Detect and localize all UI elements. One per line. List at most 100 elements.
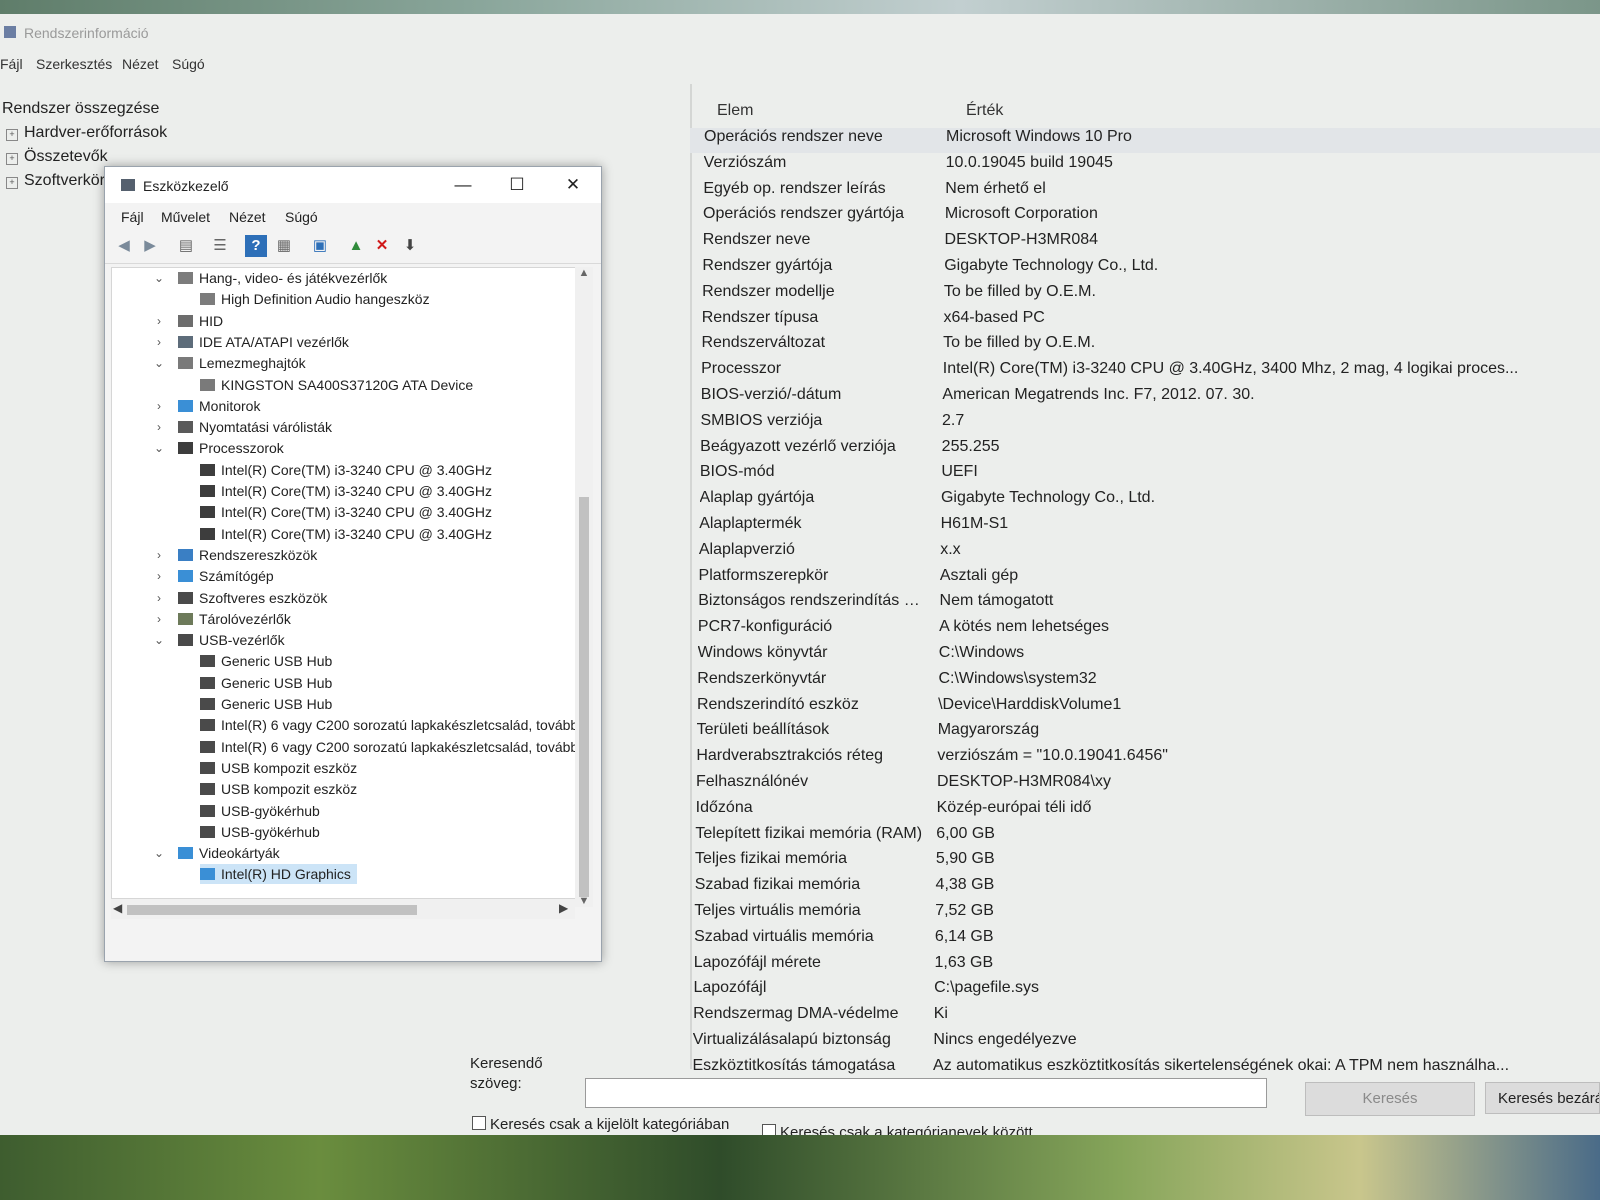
checkbox-selected-category[interactable]: Keresés csak a kijelölt kategóriában (472, 1116, 729, 1133)
table-row[interactable]: Szabad virtuális memória 6,14 GB (690, 928, 1600, 953)
chevron-right-icon[interactable]: › (152, 566, 166, 586)
table-row[interactable]: Alaplaptermék H61M-S1 (690, 515, 1600, 540)
device-category[interactable]: ⌄ Videokártyák (154, 843, 280, 863)
device-item[interactable]: KINGSTON SA400S37120G ATA Device (200, 375, 473, 395)
expand-icon[interactable]: + (6, 153, 18, 165)
table-row[interactable]: Platformszerepkör Asztali gép (690, 567, 1600, 592)
update-driver-icon[interactable]: ▲ (345, 235, 367, 257)
horizontal-scrollbar[interactable]: ◀ ▶ (111, 899, 575, 919)
table-row[interactable]: Rendszermag DMA-védelme Ki (690, 1005, 1600, 1030)
table-row[interactable]: Felhasználónév DESKTOP-H3MR084\xy (690, 773, 1600, 798)
chevron-right-icon[interactable]: › (152, 417, 166, 437)
table-row[interactable]: Windows könyvtár C:\Windows (690, 644, 1600, 669)
table-row[interactable]: Verziószám 10.0.19045 build 19045 (690, 154, 1600, 179)
device-item[interactable]: Intel(R) Core(TM) i3-3240 CPU @ 3.40GHz (200, 524, 492, 544)
scroll-down-icon[interactable]: ▼ (575, 895, 593, 907)
chevron-right-icon[interactable]: › (152, 545, 166, 565)
expand-icon[interactable]: + (6, 129, 18, 141)
table-row[interactable]: Processzor Intel(R) Core(TM) i3-3240 CPU … (690, 360, 1600, 385)
table-row[interactable]: Telepített fizikai memória (RAM) 6,00 GB (690, 825, 1600, 850)
table-row[interactable]: Rendszer típusa x64-based PC (690, 309, 1600, 334)
chevron-right-icon[interactable]: › (152, 332, 166, 352)
properties-icon[interactable]: ▤ (175, 235, 197, 257)
device-category[interactable]: ⌄ Processzorok (154, 438, 284, 458)
table-row[interactable]: Rendszerindító eszköz \Device\HarddiskVol… (690, 696, 1600, 721)
close-search-button[interactable]: Keresés bezárása (1485, 1082, 1600, 1114)
tree-item-components[interactable]: + Összetevők (0, 148, 108, 166)
tree-item-hardware[interactable]: + Hardver-erőforrások (0, 124, 167, 142)
dm-menu-file[interactable]: Fájl (121, 209, 144, 225)
device-category[interactable]: ⌄ Lemezmeghajtók (154, 353, 306, 373)
device-item[interactable]: USB-gyökérhub (200, 801, 320, 821)
table-row[interactable]: Alaplap gyártója Gigabyte Technology Co.,… (690, 489, 1600, 514)
scroll-up-icon[interactable]: ▲ (575, 267, 593, 279)
scroll-left-icon[interactable]: ◀ (113, 901, 122, 915)
search-button[interactable]: Keresés (1305, 1082, 1475, 1116)
device-category[interactable]: › Nyomtatási várólisták (157, 417, 332, 437)
chevron-down-icon[interactable]: ⌄ (152, 353, 166, 373)
scroll-thumb[interactable] (127, 905, 417, 915)
help-icon[interactable]: ? (245, 235, 267, 257)
dm-menu-action[interactable]: Művelet (161, 209, 210, 225)
chevron-right-icon[interactable]: › (152, 609, 166, 629)
table-row[interactable]: Biztonságos rendszerindítás áll... Nem tá… (690, 592, 1600, 617)
device-item[interactable]: Intel(R) Core(TM) i3-3240 CPU @ 3.40GHz (200, 502, 492, 522)
back-arrow-icon[interactable]: ◀ (113, 235, 135, 257)
table-row[interactable]: Operációs rendszer gyártója Microsoft Cor… (690, 205, 1600, 230)
device-category[interactable]: ⌄ Hang-, video- és játékvezérlők (154, 268, 387, 288)
table-row[interactable]: SMBIOS verziója 2.7 (690, 412, 1600, 437)
chevron-right-icon[interactable]: › (152, 396, 166, 416)
device-category[interactable]: › Rendszereszközök (157, 545, 317, 565)
table-row[interactable]: Alaplapverzió x.x (690, 541, 1600, 566)
device-category[interactable]: › Szoftveres eszközök (157, 588, 327, 608)
table-row[interactable]: Egyéb op. rendszer leírás Nem érhető el (690, 180, 1600, 205)
table-row[interactable]: Lapozófájl mérete 1,63 GB (690, 954, 1600, 979)
device-manager-title-bar[interactable]: Eszközkezelő — ☐ ✕ (105, 167, 601, 203)
device-category[interactable]: ⌄ USB-vezérlők (154, 630, 285, 650)
chevron-right-icon[interactable]: › (152, 311, 166, 331)
maximize-button[interactable]: ☐ (497, 171, 537, 199)
scroll-right-icon[interactable]: ▶ (559, 901, 568, 915)
device-item[interactable]: USB-gyökérhub (200, 822, 320, 842)
device-item[interactable]: Intel(R) 6 vagy C200 sorozatú lapkakészl… (200, 715, 582, 735)
table-row[interactable]: Teljes virtuális memória 7,52 GB (690, 902, 1600, 927)
list-icon[interactable]: ☰ (209, 235, 231, 257)
table-row[interactable]: Hardverabsztrakciós réteg verziószám = "1… (690, 747, 1600, 772)
table-row[interactable]: Lapozófájl C:\pagefile.sys (690, 979, 1600, 1004)
vertical-scrollbar[interactable]: ▲ ▼ (575, 267, 593, 907)
table-row[interactable]: Rendszer gyártója Gigabyte Technology Co.… (690, 257, 1600, 282)
view-icon[interactable]: ▦ (273, 235, 295, 257)
chevron-down-icon[interactable]: ⌄ (152, 438, 166, 458)
table-row[interactable]: Teljes fizikai memória 5,90 GB (690, 850, 1600, 875)
menu-view[interactable]: Nézet (122, 56, 159, 72)
scroll-thumb[interactable] (579, 497, 589, 897)
device-item[interactable]: Intel(R) Core(TM) i3-3240 CPU @ 3.40GHz (200, 481, 492, 501)
monitor-icon[interactable]: ▣ (309, 235, 331, 257)
column-header-item[interactable]: Elem (717, 102, 753, 120)
menu-edit[interactable]: Szerkesztés (36, 56, 112, 72)
minimize-button[interactable]: — (443, 171, 483, 199)
table-row[interactable]: Rendszerkönyvtár C:\Windows\system32 (690, 670, 1600, 695)
table-row[interactable]: Rendszerváltozat To be filled by O.E.M. (690, 334, 1600, 359)
device-item[interactable]: High Definition Audio hangeszköz (200, 289, 430, 309)
uninstall-icon[interactable]: ✕ (371, 235, 393, 257)
device-item[interactable]: Generic USB Hub (200, 651, 332, 671)
table-row[interactable]: Rendszer neve DESKTOP-H3MR084 (690, 231, 1600, 256)
chevron-down-icon[interactable]: ⌄ (152, 268, 166, 288)
table-row[interactable]: BIOS-verzió/-dátum American Megatrends In… (690, 386, 1600, 411)
tree-root-system-summary[interactable]: Rendszer összegzése (2, 100, 159, 118)
forward-arrow-icon[interactable]: ▶ (139, 235, 161, 257)
menu-file[interactable]: Fájl (0, 56, 23, 72)
device-item[interactable]: Intel(R) HD Graphics (200, 864, 357, 885)
device-item[interactable]: USB kompozit eszköz (200, 779, 357, 799)
table-row[interactable]: Szabad fizikai memória 4,38 GB (690, 876, 1600, 901)
device-item[interactable]: Generic USB Hub (200, 694, 332, 714)
table-row[interactable]: Időzóna Közép-európai téli idő (690, 799, 1600, 824)
device-item[interactable]: Generic USB Hub (200, 673, 332, 693)
table-row[interactable]: Beágyazott vezérlő verziója 255.255 (690, 438, 1600, 463)
chevron-down-icon[interactable]: ⌄ (152, 843, 166, 863)
chevron-right-icon[interactable]: › (152, 588, 166, 608)
device-item[interactable]: Intel(R) Core(TM) i3-3240 CPU @ 3.40GHz (200, 460, 492, 480)
device-item[interactable]: Intel(R) 6 vagy C200 sorozatú lapkakészl… (200, 737, 582, 757)
table-row[interactable]: Rendszer modellje To be filled by O.E.M. (690, 283, 1600, 308)
